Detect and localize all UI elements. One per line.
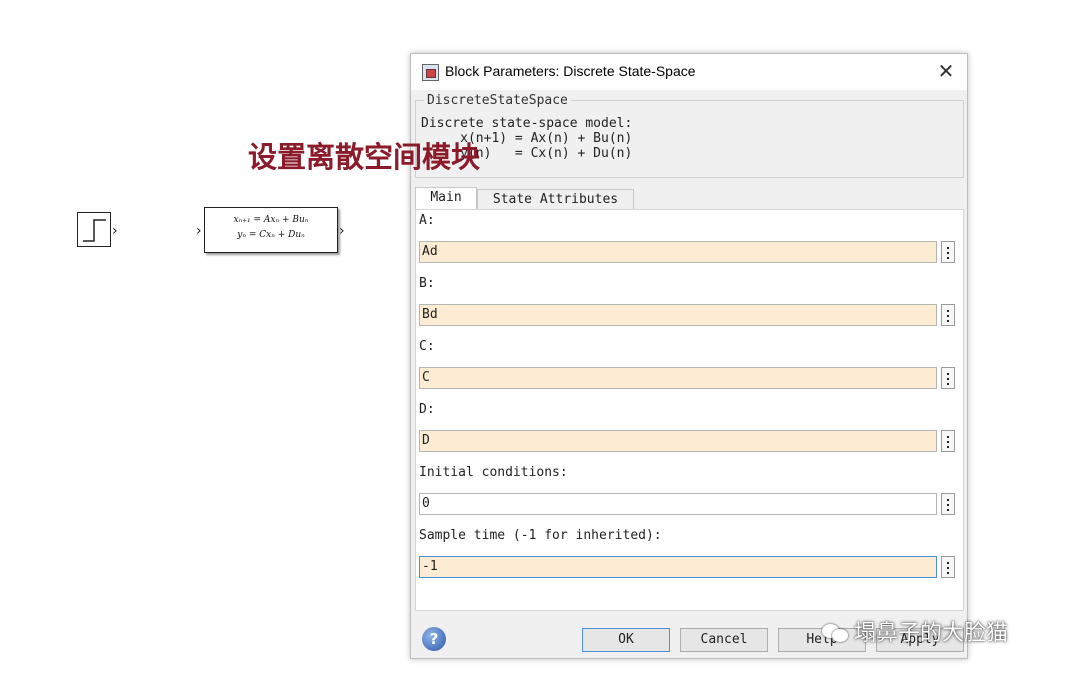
dialog-title: Block Parameters: Discrete State-Space — [445, 63, 696, 79]
group-title: DiscreteStateSpace — [424, 93, 571, 108]
tab-main[interactable]: Main — [415, 187, 477, 210]
ok-button[interactable]: OK — [582, 628, 670, 652]
block-description-group: DiscreteStateSpace Discrete state-space … — [415, 93, 964, 178]
sample-time-field[interactable]: -1 — [419, 556, 937, 578]
param-d-label: D: — [419, 402, 435, 417]
param-b-label: B: — [419, 276, 435, 291]
param-c-label: C: — [419, 339, 435, 354]
discrete-state-space-block[interactable]: xₙ₊₁ = Axₙ + Buₙ yₙ = Cxₙ + Duₙ — [204, 207, 338, 253]
sample-time-menu-icon[interactable] — [941, 556, 955, 578]
param-d-field[interactable]: D — [419, 430, 937, 452]
state-space-output-port-icon[interactable]: › — [339, 224, 345, 238]
simulink-block-icon — [422, 64, 439, 81]
cancel-button[interactable]: Cancel — [680, 628, 768, 652]
param-a-field[interactable]: Ad — [419, 241, 937, 263]
watermark-text: 塌鼻子的大脸猫 — [854, 621, 1009, 646]
param-b-menu-icon[interactable] — [941, 304, 955, 326]
watermark: 塌鼻子的大脸猫 — [820, 615, 1008, 647]
state-equation: xₙ₊₁ = Axₙ + Buₙ — [233, 215, 309, 225]
step-icon — [83, 219, 106, 242]
main-tab-panel: A: Ad B: Bd C: C D: D Initial conditions… — [415, 209, 964, 611]
initial-conditions-field[interactable]: 0 — [419, 493, 937, 515]
state-space-input-port-icon[interactable]: › — [196, 224, 202, 238]
param-d-menu-icon[interactable] — [941, 430, 955, 452]
param-c-menu-icon[interactable] — [941, 367, 955, 389]
annotation-title: 设置离散空间模块 — [248, 140, 481, 174]
title-bar[interactable]: Block Parameters: Discrete State-Space ✕ — [411, 54, 967, 90]
sample-time-label: Sample time (-1 for inherited): — [419, 528, 662, 543]
output-equation: yₙ = Cxₙ + Duₙ — [237, 230, 305, 240]
param-a-label: A: — [419, 213, 435, 228]
param-c-field[interactable]: C — [419, 367, 937, 389]
param-b-field[interactable]: Bd — [419, 304, 937, 326]
step-output-port-icon[interactable]: › — [112, 224, 118, 238]
help-icon[interactable]: ? — [422, 627, 446, 651]
initial-conditions-label: Initial conditions: — [419, 465, 568, 480]
tab-state-attributes[interactable]: State Attributes — [477, 189, 634, 209]
close-icon[interactable]: ✕ — [935, 60, 957, 82]
initial-conditions-menu-icon[interactable] — [941, 493, 955, 515]
param-a-menu-icon[interactable] — [941, 241, 955, 263]
block-parameters-dialog: Block Parameters: Discrete State-Space ✕… — [410, 53, 968, 659]
wechat-icon — [820, 621, 850, 643]
step-block[interactable] — [77, 212, 111, 247]
